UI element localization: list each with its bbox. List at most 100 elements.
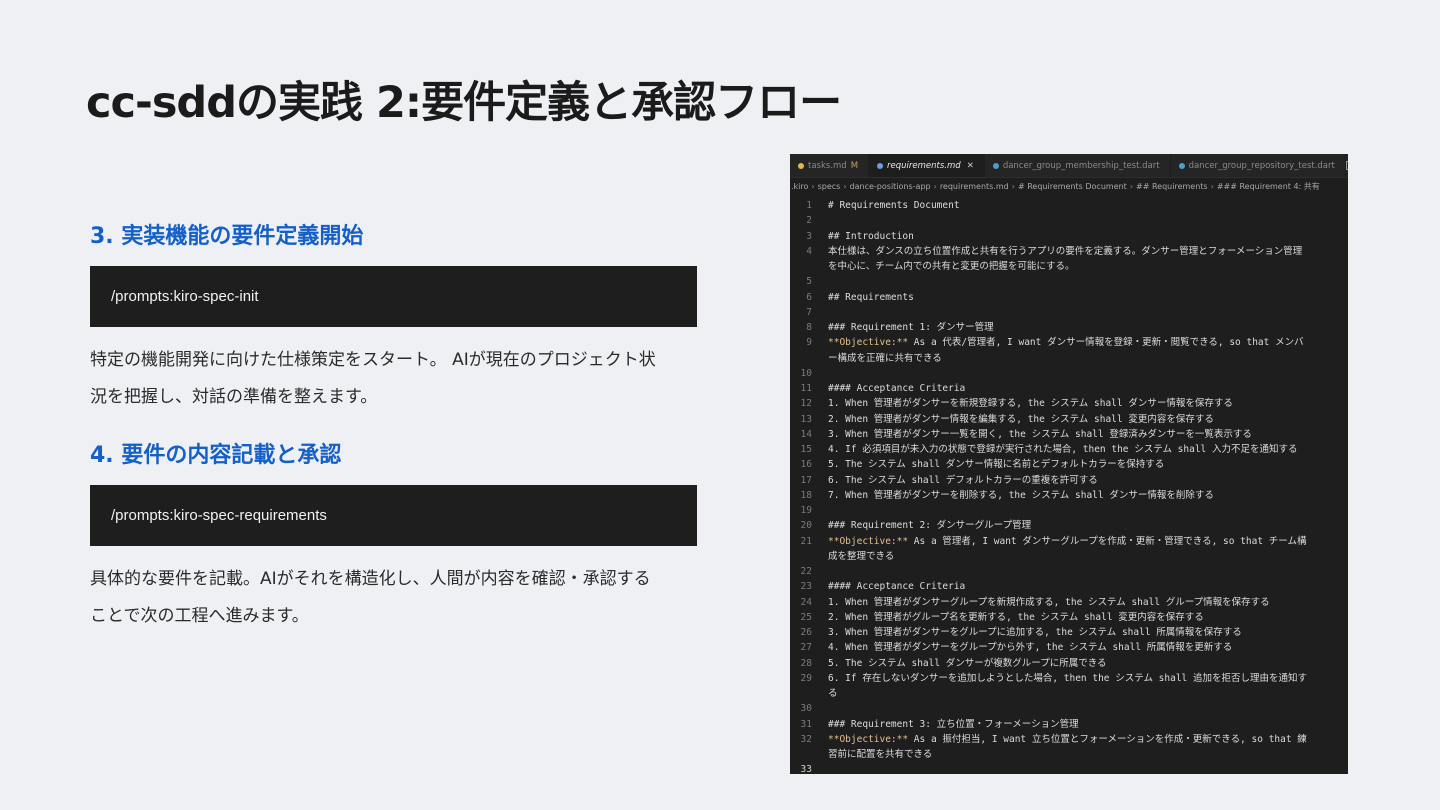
line-number: 15 bbox=[800, 444, 812, 455]
tab-dancer-group-repository-test[interactable]: dancer_group_repository_test.dart bbox=[1171, 154, 1346, 177]
code-line: を中心に、チーム内での共有と変更の把握を可能にする。 bbox=[790, 259, 1348, 274]
step-3-heading: 3. 実装機能の要件定義開始 bbox=[90, 224, 364, 249]
line-content: 2. When 管理者がダンサー情報を編集する, the システム shall … bbox=[828, 413, 1214, 425]
code-text: 3. When 管理者がダンサー一覧を開く, the システム shall 登録… bbox=[828, 427, 1252, 442]
code-text: 1. When 管理者がダンサーを新規登録する, the システム shall … bbox=[828, 396, 1233, 411]
step-4-description-line-1: 具体的な要件を記載。AIがそれを構造化し、人間が内容を確認・承認する bbox=[90, 569, 651, 589]
line-number bbox=[790, 747, 828, 762]
code-line: 1 # Requirements Document bbox=[790, 198, 1348, 213]
modified-indicator: M bbox=[850, 160, 859, 171]
code-line: 9 **Objective:** As a 代表/管理者, I want ダンサー… bbox=[790, 335, 1348, 350]
close-icon[interactable]: ✕ bbox=[967, 161, 974, 171]
chevron-right-icon: › bbox=[1011, 182, 1015, 191]
code-text: #### Acceptance Criteria bbox=[828, 579, 965, 594]
split-editor-icon[interactable] bbox=[1345, 161, 1348, 170]
code-text: **Objective:** As a 振付担当, I want 立ち位置とフォ… bbox=[828, 732, 1307, 747]
line-number: 26 bbox=[800, 627, 812, 638]
code-line: 10 bbox=[790, 366, 1348, 381]
tab-label: tasks.md bbox=[808, 160, 847, 171]
step-3-description-line-1: 特定の機能開発に向けた仕様策定をスタート。 AIが現在のプロジェクト状 bbox=[90, 350, 656, 370]
line-content: ### Requirement 2: ダンサーグループ管理 bbox=[828, 520, 1032, 532]
code-line: 13 2. When 管理者がダンサー情報を編集する, the システム shal… bbox=[790, 412, 1348, 427]
slide-title: cc-sddの実践 2:要件定義と承認フロー bbox=[86, 78, 842, 128]
code-area[interactable]: 1 # Requirements Document 2 3 ## Introductio… bbox=[790, 195, 1348, 774]
code-line: 30 bbox=[790, 701, 1348, 716]
tab-tasks-md[interactable]: tasks.md M bbox=[790, 154, 870, 177]
code-text: **Objective:** As a 管理者, I want ダンサーグループ… bbox=[828, 534, 1307, 549]
code-line: 18 7. When 管理者がダンサーを削除する, the システム shall … bbox=[790, 488, 1348, 503]
breadcrumb-item[interactable]: .kiro bbox=[791, 182, 808, 191]
tab-label: dancer_group_repository_test.dart bbox=[1188, 160, 1335, 171]
line-content: 7. When 管理者がダンサーを削除する, the システム shall ダン… bbox=[828, 489, 1214, 501]
code-text: 4. When 管理者がダンサーをグループから外す, the システム shal… bbox=[828, 640, 1232, 655]
breadcrumb-item[interactable]: ### Requirement 4: 共有 bbox=[1217, 181, 1320, 192]
code-line: 20 ### Requirement 2: ダンサーグループ管理 bbox=[790, 518, 1348, 533]
step-3-description: 特定の機能開発に向けた仕様策定をスタート。 AIが現在のプロジェクト状 況を把握… bbox=[90, 342, 690, 416]
dart-file-icon bbox=[1178, 162, 1185, 169]
line-number: 2 bbox=[806, 215, 812, 227]
code-line: 14 3. When 管理者がダンサー一覧を開く, the システム shall … bbox=[790, 427, 1348, 442]
code-text: **Objective:** As a 代表/管理者, I want ダンサー情… bbox=[828, 335, 1304, 350]
markdown-file-icon bbox=[798, 162, 804, 169]
line-number: 13 bbox=[800, 413, 812, 425]
line-number: 12 bbox=[800, 398, 812, 410]
step-4-description: 具体的な要件を記載。AIがそれを構造化し、人間が内容を確認・承認する ことで次の… bbox=[90, 561, 690, 635]
breadcrumb-item[interactable]: requirements.md bbox=[940, 182, 1009, 191]
code-line: 11 #### Acceptance Criteria bbox=[790, 381, 1348, 396]
step-4-description-line-2: ことで次の工程へ進みます。 bbox=[90, 606, 309, 626]
line-content: #### Acceptance Criteria bbox=[828, 581, 966, 593]
line-number: 17 bbox=[800, 474, 812, 486]
line-content: 3. When 管理者がダンサー一覧を開く, the システム shall 登録… bbox=[828, 428, 1252, 440]
breadcrumb-item[interactable]: # Requirements Document bbox=[1018, 182, 1127, 191]
chevron-right-icon: › bbox=[1129, 182, 1134, 191]
code-line: ー構成を正確に共有できる bbox=[790, 351, 1348, 366]
code-line: 2 bbox=[790, 213, 1348, 228]
line-number: 4 bbox=[806, 245, 812, 257]
line-number: 33 bbox=[800, 764, 812, 774]
line-content: 6. If 存在しないダンサーを追加しようとした場合, then the システ… bbox=[828, 672, 1307, 684]
line-content: 1. When 管理者がダンサーグループを新規作成する, the システム sh… bbox=[828, 596, 1270, 608]
breadcrumb-item[interactable]: ## Requirements bbox=[1136, 182, 1208, 191]
step-4-command: /prompts:kiro-spec-requirements bbox=[111, 507, 327, 524]
code-text: #### Acceptance Criteria bbox=[828, 381, 965, 396]
code-line: 21 **Objective:** As a 管理者, I want ダンサーグル… bbox=[790, 534, 1348, 549]
code-line: 23 #### Acceptance Criteria bbox=[790, 579, 1348, 594]
tab-dancer-group-membership-test[interactable]: dancer_group_membership_test.dart bbox=[985, 154, 1171, 177]
editor-actions bbox=[1345, 154, 1348, 177]
line-number: 25 bbox=[800, 611, 812, 623]
line-content: 成を整理できる bbox=[828, 550, 895, 562]
line-content: # Requirements Document bbox=[828, 200, 960, 211]
line-number: 19 bbox=[800, 505, 812, 516]
code-line: 習前に配置を共有できる bbox=[790, 747, 1348, 762]
tab-requirements-md[interactable]: requirements.md ✕ bbox=[869, 154, 985, 177]
step-3-command-box: /prompts:kiro-spec-init bbox=[90, 266, 697, 327]
line-content: 本仕様は、ダンスの立ち位置作成と共有を行うアプリの要件を定義する。ダンサー管理と… bbox=[828, 245, 1303, 257]
line-number: 27 bbox=[800, 642, 812, 654]
code-line: 4 本仕様は、ダンスの立ち位置作成と共有を行うアプリの要件を定義する。ダンサー管理… bbox=[790, 244, 1348, 259]
line-content: 3. When 管理者がダンサーをグループに追加する, the システム sha… bbox=[828, 627, 1242, 638]
line-content: As a 管理者, I want ダンサーグループを作成・更新・管理できる, s… bbox=[908, 535, 1307, 547]
code-text: 6. The システム shall デフォルトカラーの重複を許可する bbox=[828, 473, 1098, 488]
code-text: を中心に、チーム内での共有と変更の把握を可能にする。 bbox=[828, 259, 1075, 274]
line-content: ### Requirement 1: ダンサー管理 bbox=[828, 322, 994, 333]
line-content: 4. If 必須項目が未入力の状態で登録が実行された場合, then the シ… bbox=[828, 444, 1298, 455]
objective-keyword: **Objective:** bbox=[828, 535, 909, 547]
line-content: を中心に、チーム内での共有と変更の把握を可能にする。 bbox=[828, 261, 1075, 272]
code-line: 19 bbox=[790, 503, 1348, 518]
chevron-right-icon: › bbox=[811, 182, 815, 191]
line-content: As a 振付担当, I want 立ち位置とフォーメーションを作成・更新できる… bbox=[908, 733, 1307, 745]
step-3-description-line-2: 況を把握し、対話の準備を整えます。 bbox=[90, 387, 378, 407]
code-line: 24 1. When 管理者がダンサーグループを新規作成する, the システム … bbox=[790, 595, 1348, 610]
code-line: 17 6. The システム shall デフォルトカラーの重複を許可する bbox=[790, 473, 1348, 488]
breadcrumb-item[interactable]: dance-positions-app bbox=[850, 182, 931, 191]
code-line: 3 ## Introduction bbox=[790, 229, 1348, 244]
chevron-right-icon: › bbox=[843, 182, 847, 191]
code-line: 15 4. If 必須項目が未入力の状態で登録が実行された場合, then the… bbox=[790, 442, 1348, 457]
line-number: 30 bbox=[800, 703, 812, 715]
code-line: 22 bbox=[790, 564, 1348, 579]
line-number: 5 bbox=[806, 276, 812, 288]
line-number bbox=[790, 351, 828, 366]
breadcrumb-item[interactable]: specs bbox=[818, 182, 841, 191]
line-number: 9 bbox=[806, 337, 812, 349]
code-text: ### Requirement 3: 立ち位置・フォーメーション管理 bbox=[828, 717, 1079, 732]
